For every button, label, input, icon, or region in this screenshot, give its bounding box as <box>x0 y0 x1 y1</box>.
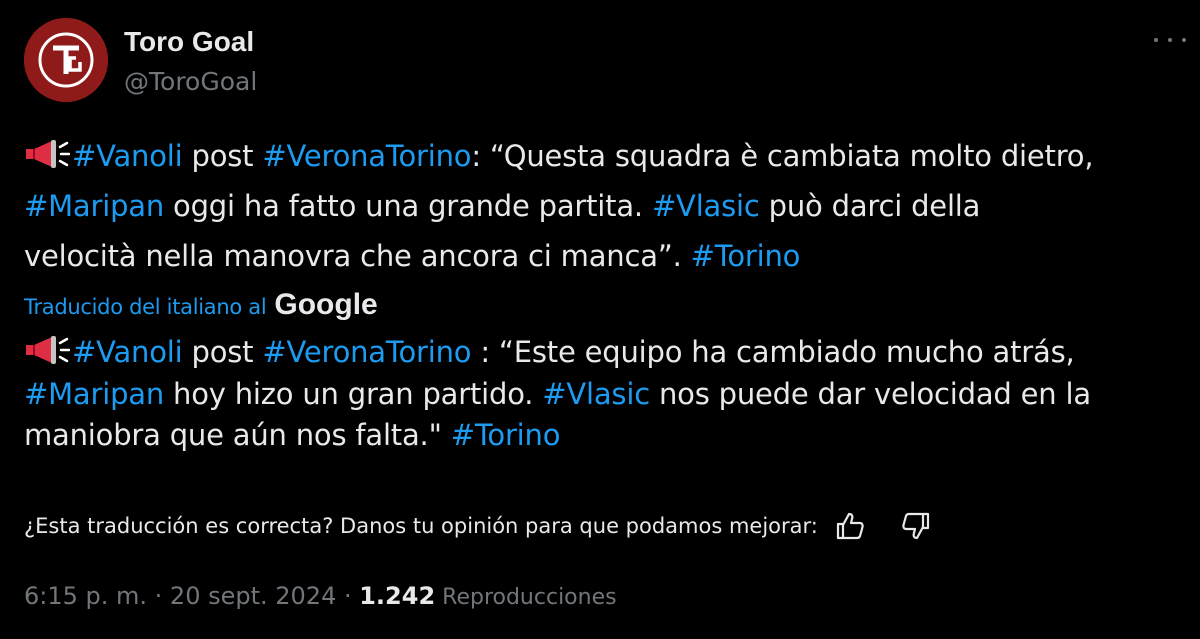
text-line: #Maripan oggi ha fatto una grande partit… <box>24 181 1200 231</box>
hashtag-link[interactable]: #VeronaTorino <box>262 139 471 173</box>
text-segment: può darci della <box>759 189 981 223</box>
translation-feedback: ¿Esta traducción es correcta? Danos tu o… <box>24 508 934 544</box>
hashtag-link[interactable]: #Torino <box>691 239 801 273</box>
author-name[interactable]: Toro Goal <box>124 26 254 58</box>
separator: · <box>336 582 360 610</box>
hashtag-link[interactable]: #Maripan <box>24 189 164 223</box>
tweet-original-text: #Vanoli post #VeronaTorino: “Questa squa… <box>24 131 1200 281</box>
tweet-date[interactable]: 20 sept. 2024 <box>170 582 336 610</box>
thumbs-up-button[interactable] <box>832 508 868 544</box>
separator: · <box>147 582 170 610</box>
text-line: velocità nella manovra che ancora ci man… <box>24 231 1200 281</box>
more-options-button[interactable] <box>1150 26 1190 54</box>
tweet-meta: 6:15 p. m. · 20 sept. 2024 · 1.242 Repro… <box>24 582 617 610</box>
megaphone-icon <box>24 134 71 184</box>
hashtag-link[interactable]: #Vanoli <box>72 335 183 369</box>
hashtag-link[interactable]: #Vlasic <box>542 377 650 411</box>
text-segment: hoy hizo un gran partido. <box>164 376 543 411</box>
avatar[interactable] <box>24 18 108 102</box>
text-segment: : “Este equipo ha cambiado mucho atrás, <box>471 335 1075 369</box>
text-segment: nos puede dar velocidad en la <box>649 376 1091 411</box>
text-segment: velocità nella manovra che ancora ci man… <box>24 239 691 273</box>
translation-attribution[interactable]: Traducido del italiano al Google <box>24 288 378 322</box>
text-line: #Vanoli post #VeronaTorino: “Questa squa… <box>24 131 1200 181</box>
text-segment: post <box>182 335 263 369</box>
tweet-translated-text: #Vanoli post #VeronaTorino : “Este equip… <box>24 332 1200 457</box>
hashtag-link[interactable]: #Maripan <box>24 377 164 411</box>
text-line: maniobra que aún nos falta." #Torino <box>24 415 1200 457</box>
more-options-icon <box>1154 38 1158 42</box>
views-label: Reproducciones <box>435 585 617 610</box>
hashtag-link[interactable]: #VeronaTorino <box>262 335 471 369</box>
hashtag-link[interactable]: #Torino <box>451 418 561 452</box>
text-segment: oggi ha fatto una grande partita. <box>164 189 652 223</box>
thumbs-up-icon <box>836 512 864 540</box>
google-logo: Google <box>274 288 378 321</box>
tweet-time[interactable]: 6:15 p. m. <box>24 582 147 610</box>
hashtag-link[interactable]: #Vlasic <box>652 189 760 223</box>
thumbs-down-button[interactable] <box>898 508 934 544</box>
text-segment: : “Questa squadra è cambiata molto dietr… <box>471 139 1094 173</box>
author-handle[interactable]: @ToroGoal <box>124 66 257 98</box>
tweet: Toro Goal @ToroGoal #Vanoli post #Verona… <box>0 0 1200 639</box>
toro-goal-logo-icon <box>24 18 108 102</box>
megaphone-icon <box>24 335 71 377</box>
translation-label: Traducido del italiano al <box>24 295 267 319</box>
more-options-dot <box>1168 38 1172 42</box>
thumbs-down-icon <box>902 512 929 540</box>
hashtag-link[interactable]: #Vanoli <box>72 139 183 173</box>
text-line: #Maripan hoy hizo un gran partido. #Vlas… <box>24 374 1200 416</box>
views-count: 1.242 <box>359 582 436 610</box>
text-segment: maniobra que aún nos falta." <box>24 418 451 452</box>
feedback-question: ¿Esta traducción es correcta? Danos tu o… <box>24 514 818 538</box>
more-options-dot <box>1182 38 1186 42</box>
text-line: #Vanoli post #VeronaTorino : “Este equip… <box>24 332 1200 374</box>
text-segment: post <box>182 139 263 173</box>
